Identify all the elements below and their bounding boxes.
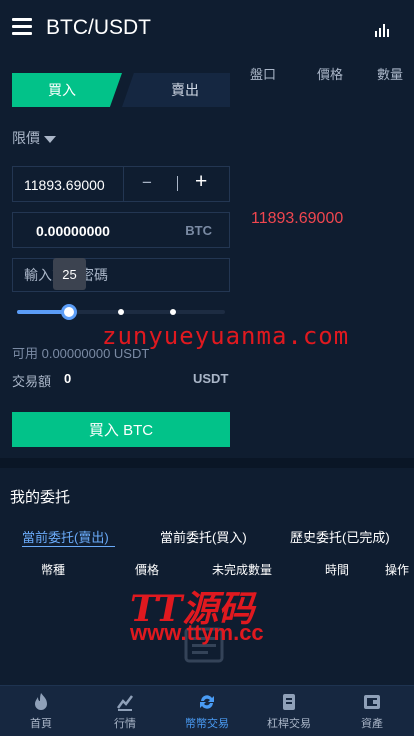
orderbook-price-header: 價格 xyxy=(317,67,344,82)
orderbook-depth-header: 盤口 xyxy=(250,67,277,82)
price-value[interactable]: 11893.69000 xyxy=(24,177,105,193)
volume-label: 交易額 xyxy=(12,374,52,389)
amount-unit: BTC xyxy=(185,223,212,238)
column-time: 時間 xyxy=(325,563,350,577)
orderbook-qty-header: 數量 xyxy=(377,67,404,82)
nav-assets[interactable]: 資產 xyxy=(337,686,407,736)
nav-assets-label: 資產 xyxy=(361,718,383,730)
wallet-icon xyxy=(364,695,380,709)
menu-icon[interactable] xyxy=(12,18,32,35)
last-price: 11893.69000 xyxy=(251,210,344,227)
exchange-icon xyxy=(200,695,214,709)
column-action: 操作 xyxy=(385,563,410,577)
my-orders-title: 我的委托 xyxy=(10,489,71,506)
tab-open-sell-orders[interactable]: 當前委托(賣出) xyxy=(22,527,109,546)
price-stepper: − + xyxy=(123,167,229,201)
price-field[interactable]: 11893.69000 − + xyxy=(12,166,230,202)
buy-button[interactable]: 買入 BTC xyxy=(12,412,230,447)
slider-mark-75[interactable] xyxy=(170,309,176,315)
volume-unit: USDT xyxy=(193,371,229,386)
order-type-select[interactable]: 限價 xyxy=(12,128,56,148)
tab-order-history[interactable]: 歷史委托(已完成) xyxy=(290,527,390,546)
section-divider xyxy=(0,458,414,468)
nav-exchange[interactable]: 幣幣交易 xyxy=(172,686,242,736)
amount-value[interactable]: 0.00000000 xyxy=(36,223,110,239)
nav-market[interactable]: 行情 xyxy=(90,686,160,736)
column-price: 價格 xyxy=(135,563,160,577)
header: BTC/USDT xyxy=(0,0,414,58)
watermark-site: zunyueyuanma.com xyxy=(102,322,350,350)
leverage-icon xyxy=(283,694,295,710)
active-tab-indicator xyxy=(22,546,115,547)
market-icon xyxy=(116,695,133,711)
nav-exchange-label: 幣幣交易 xyxy=(185,718,229,730)
price-plus-button[interactable]: + xyxy=(195,170,207,194)
caret-down-icon xyxy=(44,135,56,143)
column-coin: 幣種 xyxy=(41,563,66,577)
nav-leverage[interactable]: 杠桿交易 xyxy=(254,686,324,736)
slider-thumb[interactable] xyxy=(61,304,77,320)
watermark-site-2: www.ttym.cc xyxy=(130,620,264,645)
amount-slider[interactable] xyxy=(17,302,225,322)
chart-icon[interactable] xyxy=(374,22,390,38)
tab-sell[interactable]: 賣出 xyxy=(122,73,230,107)
volume-value: 0 xyxy=(64,371,72,386)
bottom-nav: 首頁 行情 幣幣交易 杠桿交易 資產 xyxy=(0,685,414,736)
nav-market-label: 行情 xyxy=(114,718,136,730)
nav-home[interactable]: 首頁 xyxy=(6,686,76,736)
price-minus-button[interactable]: − xyxy=(142,173,152,193)
flame-icon xyxy=(35,693,47,710)
slider-mark-50[interactable] xyxy=(118,309,124,315)
nav-home-label: 首頁 xyxy=(30,718,52,730)
column-unfilled: 未完成數量 xyxy=(212,563,273,577)
amount-field[interactable]: 0.00000000 BTC xyxy=(12,212,230,248)
tab-buy[interactable]: 買入 xyxy=(12,73,122,107)
nav-leverage-label: 杠桿交易 xyxy=(267,718,311,730)
stepper-divider xyxy=(177,176,178,191)
trade-password-input[interactable] xyxy=(13,259,229,291)
tab-open-buy-orders[interactable]: 當前委托(買入) xyxy=(160,527,247,546)
trade-side-tabs: 買入 賣出 xyxy=(12,73,230,107)
slider-tooltip: 25 xyxy=(53,258,86,290)
order-type-label: 限價 xyxy=(12,130,40,146)
page-title: BTC/USDT xyxy=(46,16,151,39)
password-field xyxy=(12,258,230,292)
